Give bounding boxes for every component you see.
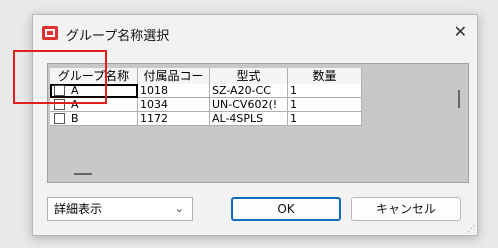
table-row-2-qty[interactable]: 1 — [288, 98, 362, 112]
view-mode-select[interactable]: 詳細表示 ⌄ — [47, 197, 193, 221]
column-header-qty[interactable]: 数量 — [288, 68, 362, 84]
vertical-scrollbar[interactable] — [452, 66, 466, 180]
view-mode-value: 詳細表示 — [54, 202, 103, 216]
table-row-1-qty[interactable]: 1 — [288, 84, 362, 98]
table-row-3-model[interactable]: AL-4SPLS — [210, 112, 288, 126]
column-header-model[interactable]: 型式 — [210, 68, 288, 84]
column-header-code[interactable]: 付属品コー — [138, 68, 210, 84]
annotation-highlight-box — [13, 50, 107, 104]
ok-button[interactable]: OK — [231, 197, 341, 221]
app-icon — [42, 26, 58, 40]
group-name-select-dialog: グループ名称選択 ✕ グループ名称 付属品コー 型式 数量 A 1018 SZ-… — [32, 14, 478, 236]
table-row-2-model[interactable]: UN-CV602(! — [210, 98, 288, 112]
resize-grip-icon[interactable]: ⋰ — [467, 225, 475, 233]
horizontal-scroll-thumb[interactable] — [74, 173, 92, 175]
vertical-scroll-thumb[interactable] — [458, 90, 460, 108]
table-row-2-code[interactable]: 1034 — [138, 98, 210, 112]
row-3-group-text: B — [71, 112, 79, 125]
group-table[interactable]: グループ名称 付属品コー 型式 数量 A 1018 SZ-A20-CC 1 A … — [47, 63, 469, 183]
table-row-3-qty[interactable]: 1 — [288, 112, 362, 126]
table-row-1-model[interactable]: SZ-A20-CC — [210, 84, 288, 98]
chevron-down-icon: ⌄ — [174, 202, 184, 215]
window-title: グループ名称選択 — [66, 29, 170, 44]
titlebar: グループ名称選択 ✕ — [33, 15, 477, 53]
table-row-1-code[interactable]: 1018 — [138, 84, 210, 98]
cancel-button[interactable]: キャンセル — [351, 197, 461, 221]
close-icon[interactable]: ✕ — [454, 23, 467, 41]
table-row-3-code[interactable]: 1172 — [138, 112, 210, 126]
table-row-3-group[interactable]: B — [50, 112, 138, 126]
row-3-checkbox[interactable] — [54, 112, 65, 124]
